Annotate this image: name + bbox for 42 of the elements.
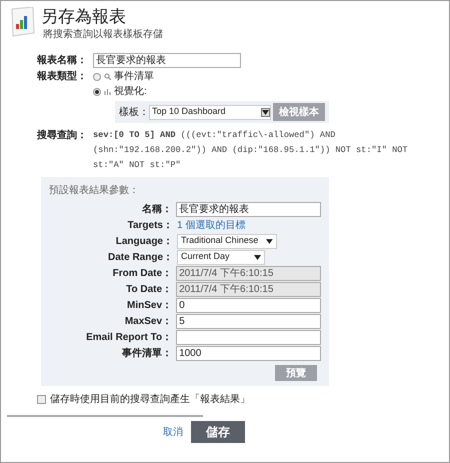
- field-label: 樣板：: [119, 106, 147, 120]
- dropdown[interactable]: Traditional Chinese: [177, 234, 277, 248]
- caret-icon: [262, 110, 269, 114]
- field-label: Targets：: [126, 218, 174, 232]
- save-button[interactable]: 儲存: [191, 421, 245, 443]
- panel-title: 預設報表結果參數：: [49, 184, 140, 198]
- field-label: 報表類型：: [37, 70, 88, 84]
- report-chart-icon: [11, 7, 35, 37]
- field-label: Date Range：: [106, 250, 174, 264]
- text-field[interactable]: [176, 330, 321, 344]
- text-field[interactable]: 長官要求的報表: [176, 202, 321, 216]
- caret-icon: [254, 254, 261, 260]
- bar-chart-icon: [104, 88, 111, 95]
- radio-button[interactable]: [93, 88, 101, 96]
- cancel-link[interactable]: 取消: [163, 424, 183, 440]
- search-icon: [104, 73, 111, 80]
- dropdown[interactable]: Current Day: [177, 250, 265, 264]
- checkbox[interactable]: [37, 395, 46, 404]
- search-query: sev:[0 TO 5] AND (((evt:"traffic\-allowed") AND (shn:"192.168.200.2")) AND (dip:"168.95.1.1")) NOT st:"I" NOT st:"A" NOT st:"P": [93, 129, 409, 172]
- field-label: 報表名稱：: [37, 54, 88, 68]
- caret-icon: [266, 238, 273, 244]
- text-field[interactable]: 1000: [176, 346, 321, 360]
- field-label: To Date：: [125, 282, 174, 296]
- field-label: 事件清單：: [121, 346, 174, 360]
- report-name-field[interactable]: 長官要求的報表: [93, 53, 241, 68]
- field-label: Email Report To：: [85, 330, 174, 344]
- targets-link[interactable]: 1 個選取的目標: [177, 218, 246, 232]
- field-label: 搜尋查詢：: [37, 128, 88, 143]
- text-field[interactable]: 0: [176, 298, 321, 312]
- field-label: Language：: [114, 234, 174, 248]
- checkbox-label: 儲存時使用目前的搜尋查詢產生「報表結果」: [50, 392, 250, 407]
- field-label: From Date：: [112, 266, 174, 280]
- radio-label: 事件清單: [114, 70, 154, 84]
- text-field[interactable]: 5: [176, 314, 321, 328]
- dialog-title: 另存為報表: [41, 7, 127, 27]
- dialog-subtitle: 將搜索查詢以報表樣板存儲: [42, 28, 163, 42]
- field-label: MinSev：: [126, 298, 174, 312]
- radio-label: 視覺化:: [114, 84, 147, 99]
- template-dropdown[interactable]: Top 10 Dashboard: [149, 104, 271, 120]
- radio-button[interactable]: [93, 72, 101, 80]
- field-label: 名稱：: [141, 202, 174, 216]
- field-label: MaxSev：: [124, 314, 174, 328]
